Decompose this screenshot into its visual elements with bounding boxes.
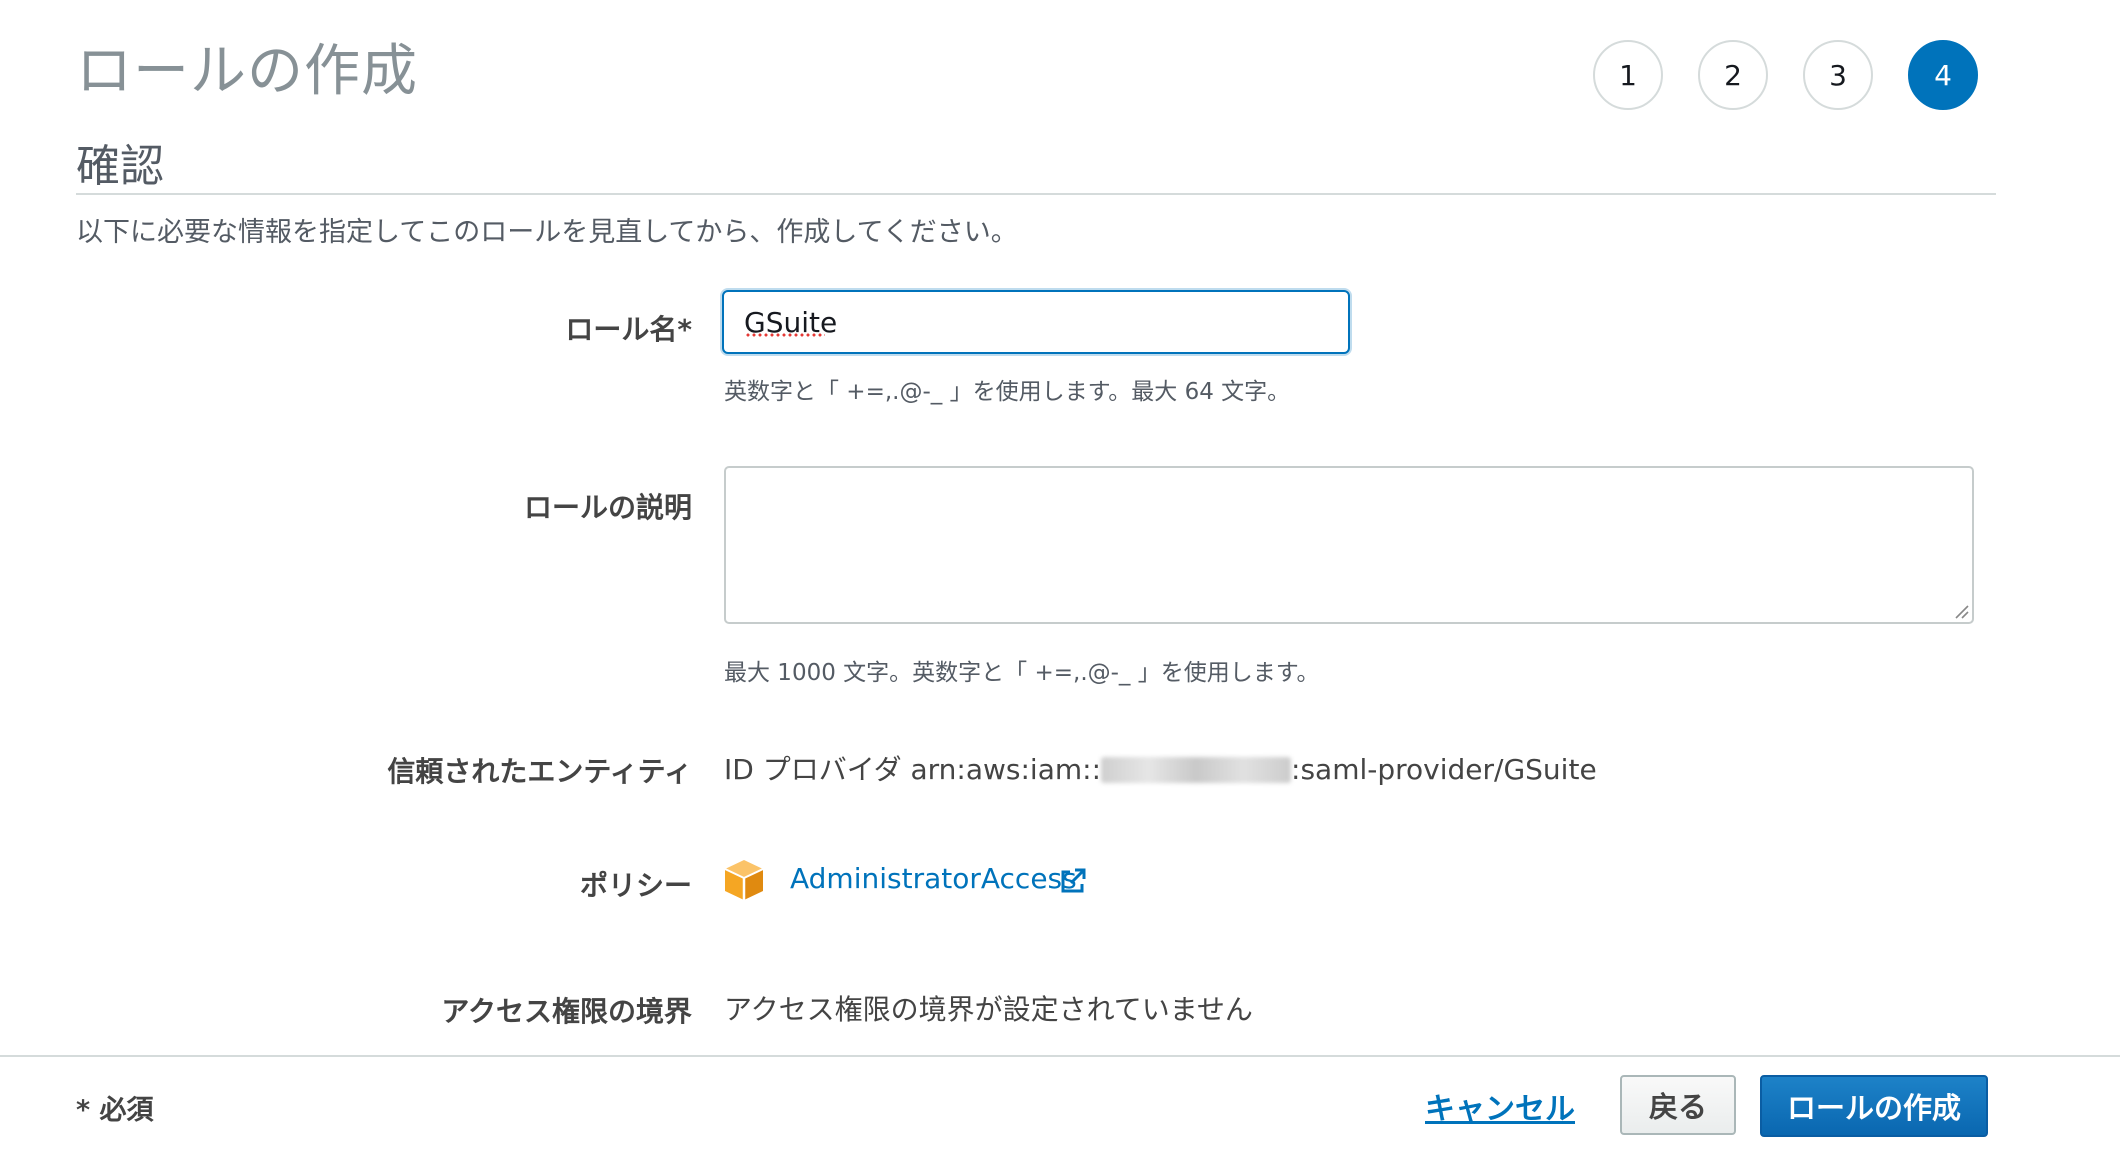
step-1[interactable]: 1 — [1593, 40, 1663, 110]
create-role-button[interactable]: ロールの作成 — [1760, 1075, 1988, 1137]
required-note: * 必須 — [76, 1095, 154, 1126]
policy-cube-icon — [724, 860, 764, 900]
redacted-account-id — [1101, 757, 1292, 783]
page-title: ロールの作成 — [76, 39, 418, 104]
step-4-current: 4 — [1908, 40, 1978, 110]
permissions-boundary-value: アクセス権限の境界が設定されていません — [724, 993, 1253, 1026]
role-description-textarea[interactable] — [724, 466, 1974, 624]
policy-label: ポリシー — [579, 869, 692, 902]
role-description-hint: 最大 1000 文字。英数字と「 +=,.@-_ 」を使用します。 — [724, 660, 1320, 686]
spellcheck-underline — [745, 332, 825, 338]
trusted-entity-value: ID プロバイダ arn:aws:iam:::saml-provider/GSu… — [724, 748, 1597, 788]
back-button[interactable]: 戻る — [1620, 1075, 1736, 1135]
step-2[interactable]: 2 — [1698, 40, 1768, 110]
step-3[interactable]: 3 — [1803, 40, 1873, 110]
role-name-label: ロール名* — [565, 313, 692, 346]
permissions-boundary-label: アクセス権限の境界 — [441, 995, 692, 1028]
role-name-hint: 英数字と「 +=,.@-_ 」を使用します。最大 64 文字。 — [724, 379, 1291, 405]
footer-divider — [0, 1055, 2120, 1057]
trusted-entity-suffix: :saml-provider/GSuite — [1291, 753, 1597, 786]
external-link-icon[interactable] — [1058, 866, 1088, 896]
resize-grip-icon[interactable] — [1953, 603, 1969, 619]
intro-text: 以下に必要な情報を指定してこのロールを見直してから、作成してください。 — [76, 217, 1018, 248]
section-title: 確認 — [76, 141, 164, 192]
role-description-label: ロールの説明 — [523, 491, 692, 524]
trusted-entity-prefix: ID プロバイダ arn:aws:iam:: — [724, 753, 1102, 786]
role-name-input[interactable] — [722, 290, 1350, 354]
policy-link[interactable]: AdministratorAccess — [790, 862, 1077, 895]
trusted-entity-label: 信頼されたエンティティ — [387, 755, 692, 788]
wizard-stepper: 1 2 3 4 — [1593, 40, 1978, 110]
section-divider — [76, 193, 1996, 195]
cancel-button[interactable]: キャンセル — [1425, 1084, 1575, 1128]
